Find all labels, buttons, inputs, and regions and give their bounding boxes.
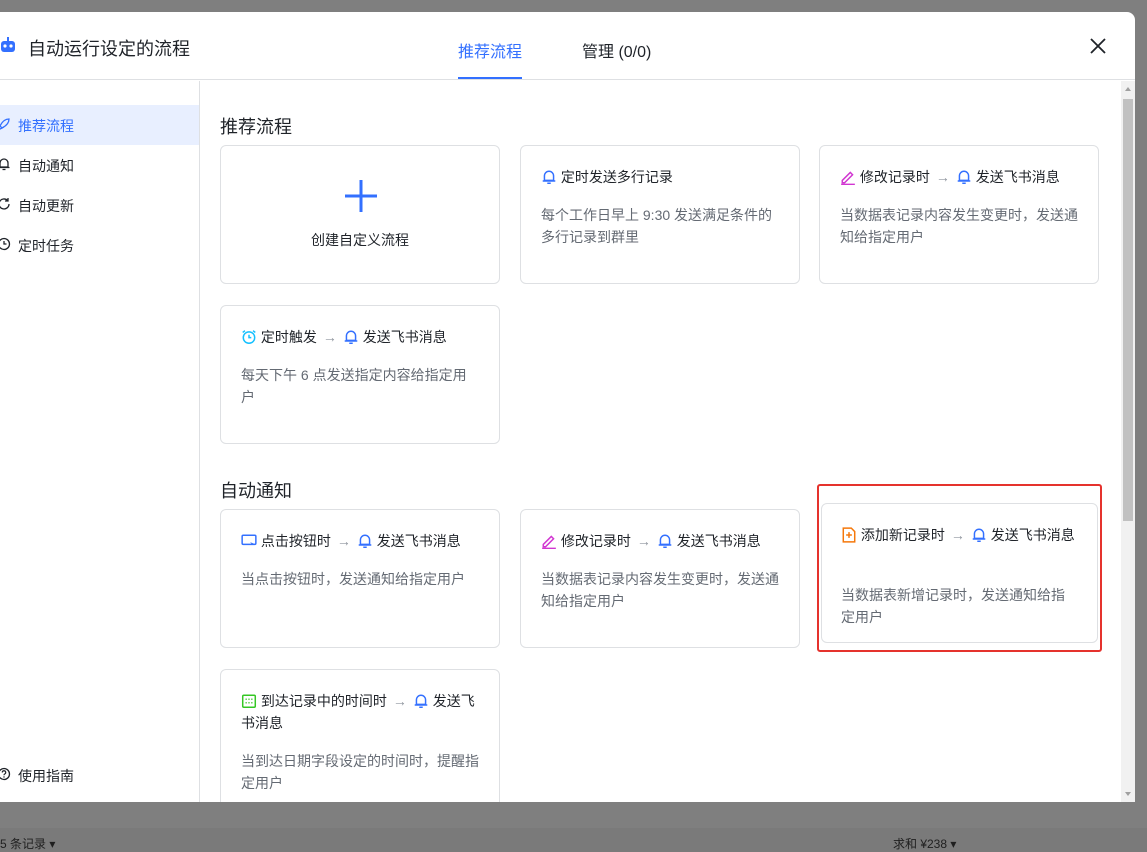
sidebar-item-recommended[interactable]: 推荐流程 (0, 105, 199, 145)
card-description: 当到达日期字段设定的时间时，提醒指定用户 (241, 753, 479, 791)
calendar-icon (241, 694, 257, 709)
flow-card[interactable]: 到达记录中的时间时 → 发送飞书消息 当到达日期字段设定的时间时，提醒指定用户 (220, 669, 500, 802)
dialog-title: 自动运行设定的流程 (28, 39, 190, 59)
plus-icon (345, 180, 377, 212)
card-title: 点击按钮时 → 发送飞书消息 (241, 530, 483, 552)
tab-manage[interactable]: 管理 (0/0) (582, 38, 651, 62)
action-label: 发送飞书消息 (975, 169, 1060, 185)
sidebar-item-scheduled[interactable]: 定时任务 (0, 225, 199, 265)
background-status-bar: 5 条记录 ▾ 求和 ¥238 ▾ (0, 828, 1147, 852)
flow-card[interactable]: 点击按钮时 → 发送飞书消息 当点击按钮时，发送通知给指定用户 (220, 509, 500, 648)
scroll-thumb[interactable] (1123, 99, 1133, 521)
bell-icon (414, 694, 428, 709)
flow-card[interactable]: 定时发送多行记录 每个工作日早上 9:30 发送满足条件的多行记录到群里 (520, 145, 800, 284)
alarm-clock-icon (242, 330, 256, 345)
arrow: → (322, 329, 337, 345)
flow-content: 推荐流程 创建自定义流程 定时发送多行记录 每个工作日早上 9:30 发送满足条… (200, 81, 1121, 802)
automation-dialog: 自动运行设定的流程 推荐流程 管理 (0/0) 推荐流程 自动通知 自动更新 定… (0, 12, 1135, 802)
robot-icon (1, 37, 15, 52)
tab-indicator (458, 77, 522, 79)
dialog-header: 自动运行设定的流程 推荐流程 管理 (0/0) (0, 12, 1135, 80)
trigger-label: 定时触发 (260, 329, 317, 345)
trigger-label: 定时发送多行记录 (560, 169, 673, 185)
sidebar-item-label: 定时任务 (18, 238, 74, 254)
card-description: 当数据表记录内容发生变更时，发送通知给指定用户 (840, 207, 1078, 245)
action-label: 发送飞书消息 (676, 533, 761, 549)
tab-recommended[interactable]: 推荐流程 (458, 38, 522, 62)
arrow: → (636, 533, 651, 549)
sidebar: 推荐流程 自动通知 自动更新 定时任务 使用指南 (0, 81, 200, 802)
record-count[interactable]: 5 条记录 ▾ (0, 835, 55, 852)
sum-summary[interactable]: 求和 ¥238 ▾ (893, 835, 956, 852)
close-icon[interactable] (1086, 34, 1110, 58)
action-label: 发送飞书消息 (362, 329, 447, 345)
sidebar-item-label: 推荐流程 (18, 118, 74, 134)
flow-card[interactable]: 定时触发 → 发送飞书消息 每天下午 6 点发送指定内容给指定用户 (220, 305, 500, 444)
card-title: 定时发送多行记录 (541, 166, 783, 188)
create-flow-card[interactable]: 创建自定义流程 (220, 145, 500, 284)
refresh-icon (0, 198, 10, 210)
scroll-up-icon[interactable] (1124, 85, 1132, 93)
card-description: 每天下午 6 点发送指定内容给指定用户 (241, 367, 467, 405)
edit-icon (542, 535, 556, 550)
action-label: 发送飞书消息 (376, 533, 461, 549)
highlight-box (817, 484, 1102, 652)
scrollbar[interactable] (1121, 81, 1135, 802)
arrow: → (392, 693, 407, 709)
clock-icon (0, 237, 11, 251)
flow-card[interactable]: 修改记录时 → 发送飞书消息 当数据表记录内容发生变更时，发送通知给指定用户 (819, 145, 1099, 284)
sidebar-item-label: 使用指南 (18, 768, 74, 784)
trigger-label: 点击按钮时 (260, 533, 331, 549)
trigger-label: 修改记录时 (560, 533, 631, 549)
sidebar-item-label: 自动更新 (18, 198, 74, 214)
flow-card[interactable]: 修改记录时 → 发送飞书消息 当数据表记录内容发生变更时，发送通知给指定用户 (520, 509, 800, 648)
scroll-down-icon[interactable] (1124, 790, 1132, 798)
sidebar-item-notify[interactable]: 自动通知 (0, 145, 199, 185)
card-title: 定时触发 → 发送飞书消息 (241, 326, 483, 348)
card-title: 修改记录时 → 发送飞书消息 (840, 166, 1082, 188)
arrow: → (935, 169, 950, 185)
question-icon (0, 767, 11, 781)
edit-icon (841, 171, 855, 186)
bell-icon (957, 170, 971, 185)
sidebar-item-guide[interactable]: 使用指南 (0, 755, 199, 795)
section-title-notify: 自动通知 (220, 481, 292, 501)
card-description: 每个工作日早上 9:30 发送满足条件的多行记录到群里 (541, 207, 773, 245)
card-title: 到达记录中的时间时 → 发送飞书消息 (241, 690, 483, 734)
bell-icon (542, 170, 556, 185)
button-click-icon (241, 534, 257, 548)
rocket-icon (0, 118, 10, 130)
arrow: → (336, 533, 351, 549)
trigger-label: 修改记录时 (859, 169, 930, 185)
create-flow-label: 创建自定义流程 (311, 232, 409, 248)
bell-icon (658, 534, 672, 549)
bell-icon (0, 158, 10, 171)
sidebar-item-label: 自动通知 (18, 158, 74, 174)
bell-icon (344, 330, 358, 345)
card-title: 修改记录时 → 发送飞书消息 (541, 530, 783, 552)
trigger-label: 到达记录中的时间时 (260, 693, 387, 709)
sidebar-item-update[interactable]: 自动更新 (0, 185, 199, 225)
bell-icon (358, 534, 372, 549)
card-description: 当数据表记录内容发生变更时，发送通知给指定用户 (541, 571, 779, 609)
section-title-recommended: 推荐流程 (220, 117, 292, 137)
card-description: 当点击按钮时，发送通知给指定用户 (241, 571, 465, 587)
